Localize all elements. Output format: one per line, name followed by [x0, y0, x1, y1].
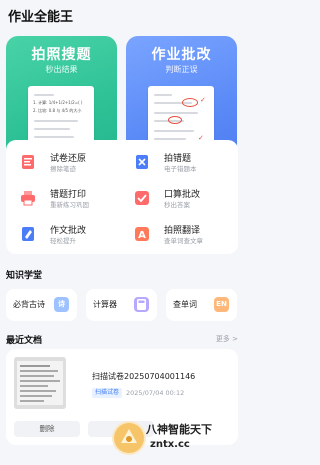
knowledge-item-label: 必背古诗 — [13, 300, 45, 309]
paper-line — [34, 120, 78, 122]
paper-line — [34, 128, 70, 130]
paper-text-line: 2. 比较: 0.8 与 4/5 的大小 — [33, 108, 82, 113]
doc-thumbnail — [14, 357, 66, 409]
paper-line — [154, 94, 172, 96]
photo-search-subtitle: 秒出结果 — [45, 65, 78, 74]
watermark-logo-icon — [112, 421, 146, 455]
knowledge-item-label: 查单词 — [173, 300, 197, 309]
homework-check-subtitle: 判断正误 — [165, 65, 198, 74]
doc-type-badge: 扫描试卷 — [92, 388, 123, 398]
tool-description: 重新练习巩固 — [50, 201, 89, 209]
knowledge-item-dictionary[interactable]: 查单词 EN — [166, 289, 237, 321]
paper-line — [34, 94, 54, 96]
knowledge-item-label: 计算器 — [93, 300, 117, 309]
watermark-text: 八神智能天下 — [146, 423, 212, 436]
tool-description: 电子错题本 — [164, 165, 197, 173]
paper-line — [154, 112, 198, 114]
tool-mistake-print[interactable]: 错题打印 重新练习巩固 — [12, 184, 122, 212]
tool-description: 轻松提升 — [50, 237, 76, 245]
paper-line — [34, 136, 74, 138]
delete-button[interactable]: 删除 — [14, 421, 80, 437]
translate-icon: A — [134, 226, 150, 242]
more-link[interactable]: 更多 > — [216, 334, 238, 344]
watermark-url: zntx.cc — [150, 439, 190, 450]
tool-mental-math-check[interactable]: 口算批改 秒出答案 — [126, 184, 236, 212]
site-watermark: 八神智能天下 zntx.cc — [112, 417, 240, 459]
essay-icon — [20, 226, 36, 242]
knowledge-section-title: 知识学堂 — [6, 271, 43, 281]
tool-photo-mistake[interactable]: 拍错题 电子错题本 — [126, 148, 236, 176]
recent-section-title: 最近文档 — [6, 336, 43, 346]
app-title: 作业全能王 — [8, 10, 74, 25]
homework-check-title: 作业批改 — [151, 47, 212, 63]
knowledge-item-poems[interactable]: 必背古诗 诗 — [6, 289, 77, 321]
poem-icon: 诗 — [54, 297, 69, 312]
calculator-icon — [134, 297, 149, 312]
red-tick-icon: ✓ — [200, 96, 206, 104]
doc-name: 扫描试卷20250704001146 — [92, 372, 196, 381]
red-circle-mark — [168, 116, 182, 124]
knowledge-item-calculator[interactable]: 计算器 — [86, 289, 157, 321]
svg-text:A: A — [138, 230, 146, 241]
tool-description: 查单词查文章 — [164, 237, 203, 245]
tools-panel: 试卷还原 擦除笔迹 拍错题 电子错题本 错题打印 重新练习巩固 口算批改 秒出答… — [6, 140, 238, 254]
tool-description: 秒出答案 — [164, 201, 190, 209]
tool-paper-restore[interactable]: 试卷还原 擦除笔迹 — [12, 148, 122, 176]
mistake-book-icon — [134, 154, 150, 170]
calc-check-icon — [134, 190, 150, 206]
tool-photo-translate[interactable]: A 拍照翻译 查单词查文章 — [126, 220, 236, 248]
english-icon: EN — [214, 297, 229, 312]
printer-icon — [20, 190, 36, 206]
paper-text-line: 1. 计算: 1/4+1/2+1/2=( ) — [33, 100, 83, 105]
paper-line — [154, 130, 194, 132]
doc-timestamp: 2025/07/04 00:12 — [126, 389, 185, 397]
app-screen: 作业全能王 拍照搜题 秒出结果 1. 计算: 1/4+1/2+1/2=( ) 2… — [0, 0, 244, 465]
photo-search-title: 拍照搜题 — [31, 47, 92, 63]
doc-restore-icon — [20, 154, 36, 170]
tool-description: 擦除笔迹 — [50, 165, 76, 173]
red-circle-mark — [182, 98, 198, 107]
tool-essay-check[interactable]: 作文批改 轻松提升 — [12, 220, 122, 248]
